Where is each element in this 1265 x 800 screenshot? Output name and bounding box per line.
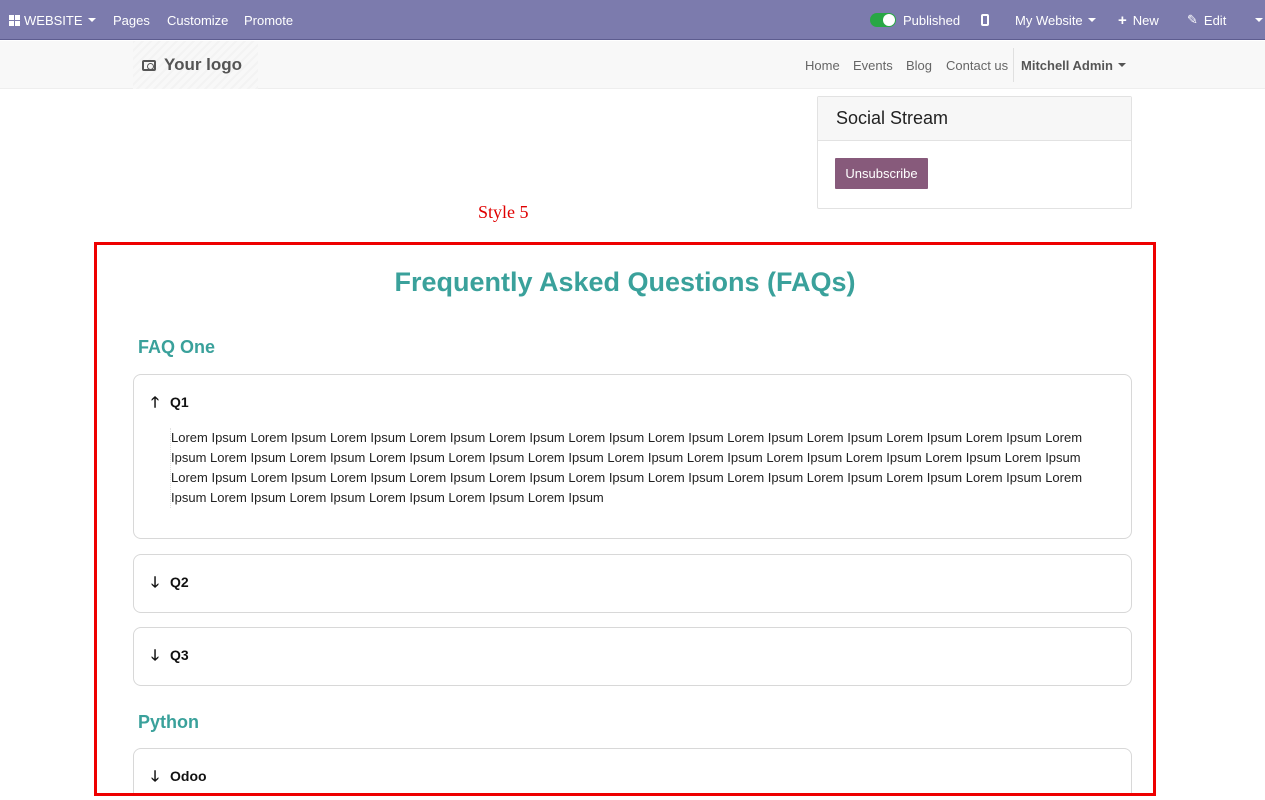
edit-label: Edit — [1203, 12, 1227, 28]
chevron-down-icon — [1087, 18, 1096, 22]
user-name: Mitchell Admin — [1021, 57, 1113, 73]
mobile-preview-button[interactable] — [981, 0, 989, 40]
plus-icon: + — [1118, 11, 1127, 29]
camera-icon — [142, 59, 156, 71]
nav-link-contact[interactable]: Contact us — [946, 41, 1008, 89]
faq-item: 🡑 Q1 Lorem Ipsum Lorem Ipsum Lorem Ipsum… — [133, 374, 1132, 539]
faq-item: 🡓 Q3 — [133, 627, 1132, 686]
toggle-switch-icon — [870, 13, 896, 27]
nav-link-blog[interactable]: Blog — [906, 41, 932, 89]
faq-question: Odoo — [170, 768, 207, 784]
faq-category-title: Python — [138, 712, 199, 732]
nav-divider — [1013, 48, 1014, 82]
faq-question-toggle[interactable]: 🡑 Q1 — [148, 394, 189, 410]
style-label: Style 5 — [478, 202, 529, 222]
published-label: Published — [903, 12, 961, 28]
site-logo[interactable]: Your logo — [133, 41, 258, 89]
new-button[interactable]: + New — [1118, 0, 1159, 40]
logo-text: Your logo — [164, 55, 243, 74]
chevron-down-icon — [1255, 18, 1263, 22]
arrow-up-icon: 🡑 — [151, 393, 159, 411]
faq-question-toggle[interactable]: 🡓 Odoo — [148, 767, 207, 785]
faq-question-toggle[interactable]: 🡓 Q2 — [148, 574, 189, 590]
nav-link-home[interactable]: Home — [805, 41, 840, 89]
website-menu-label: WEBSITE — [24, 12, 83, 28]
pencil-icon: ✎ — [1187, 12, 1198, 27]
edit-dropdown-toggle[interactable] — [1250, 0, 1263, 40]
chevron-down-icon — [87, 18, 96, 22]
apps-grid-icon — [9, 14, 20, 26]
faq-question: Q3 — [170, 647, 189, 663]
published-toggle[interactable]: Published — [870, 0, 960, 40]
arrow-down-icon: 🡓 — [151, 573, 159, 591]
unsubscribe-button[interactable]: Unsubscribe — [835, 158, 928, 189]
new-label: New — [1132, 12, 1159, 28]
edit-button[interactable]: ✎ Edit — [1187, 0, 1226, 40]
arrow-down-icon: 🡓 — [151, 767, 159, 785]
promote-menu[interactable]: Promote — [244, 0, 293, 40]
site-navbar: Your logo Home Events Blog Contact us Mi… — [0, 41, 1265, 89]
faq-item: 🡓 Odoo — [133, 748, 1132, 793]
my-website-label: My Website — [1015, 12, 1083, 28]
nav-link-events[interactable]: Events — [853, 41, 893, 89]
faq-answer: Lorem Ipsum Lorem Ipsum Lorem Ipsum Lore… — [170, 428, 1100, 508]
social-stream-title: Social Stream — [818, 97, 1131, 141]
faq-question-toggle[interactable]: 🡓 Q3 — [148, 647, 189, 663]
website-menu[interactable]: WEBSITE — [9, 0, 96, 40]
faq-section: Frequently Asked Questions (FAQs) FAQ On… — [94, 242, 1156, 796]
customize-menu[interactable]: Customize — [167, 0, 228, 40]
faq-item: 🡓 Q2 — [133, 554, 1132, 613]
faq-question: Q2 — [170, 574, 189, 590]
faq-title: Frequently Asked Questions (FAQs) — [394, 267, 856, 297]
faq-question: Q1 — [170, 394, 189, 410]
arrow-down-icon: 🡓 — [151, 646, 159, 664]
user-menu[interactable]: Mitchell Admin — [1021, 41, 1126, 89]
social-stream-panel: Social Stream Unsubscribe — [817, 96, 1132, 209]
pages-menu[interactable]: Pages — [113, 0, 150, 40]
faq-category-title: FAQ One — [138, 337, 216, 357]
website-admin-bar: WEBSITE Pages Customize Promote Publishe… — [0, 0, 1265, 40]
mobile-icon — [981, 14, 989, 26]
chevron-down-icon — [1117, 63, 1126, 67]
my-website-menu[interactable]: My Website — [1015, 0, 1096, 40]
